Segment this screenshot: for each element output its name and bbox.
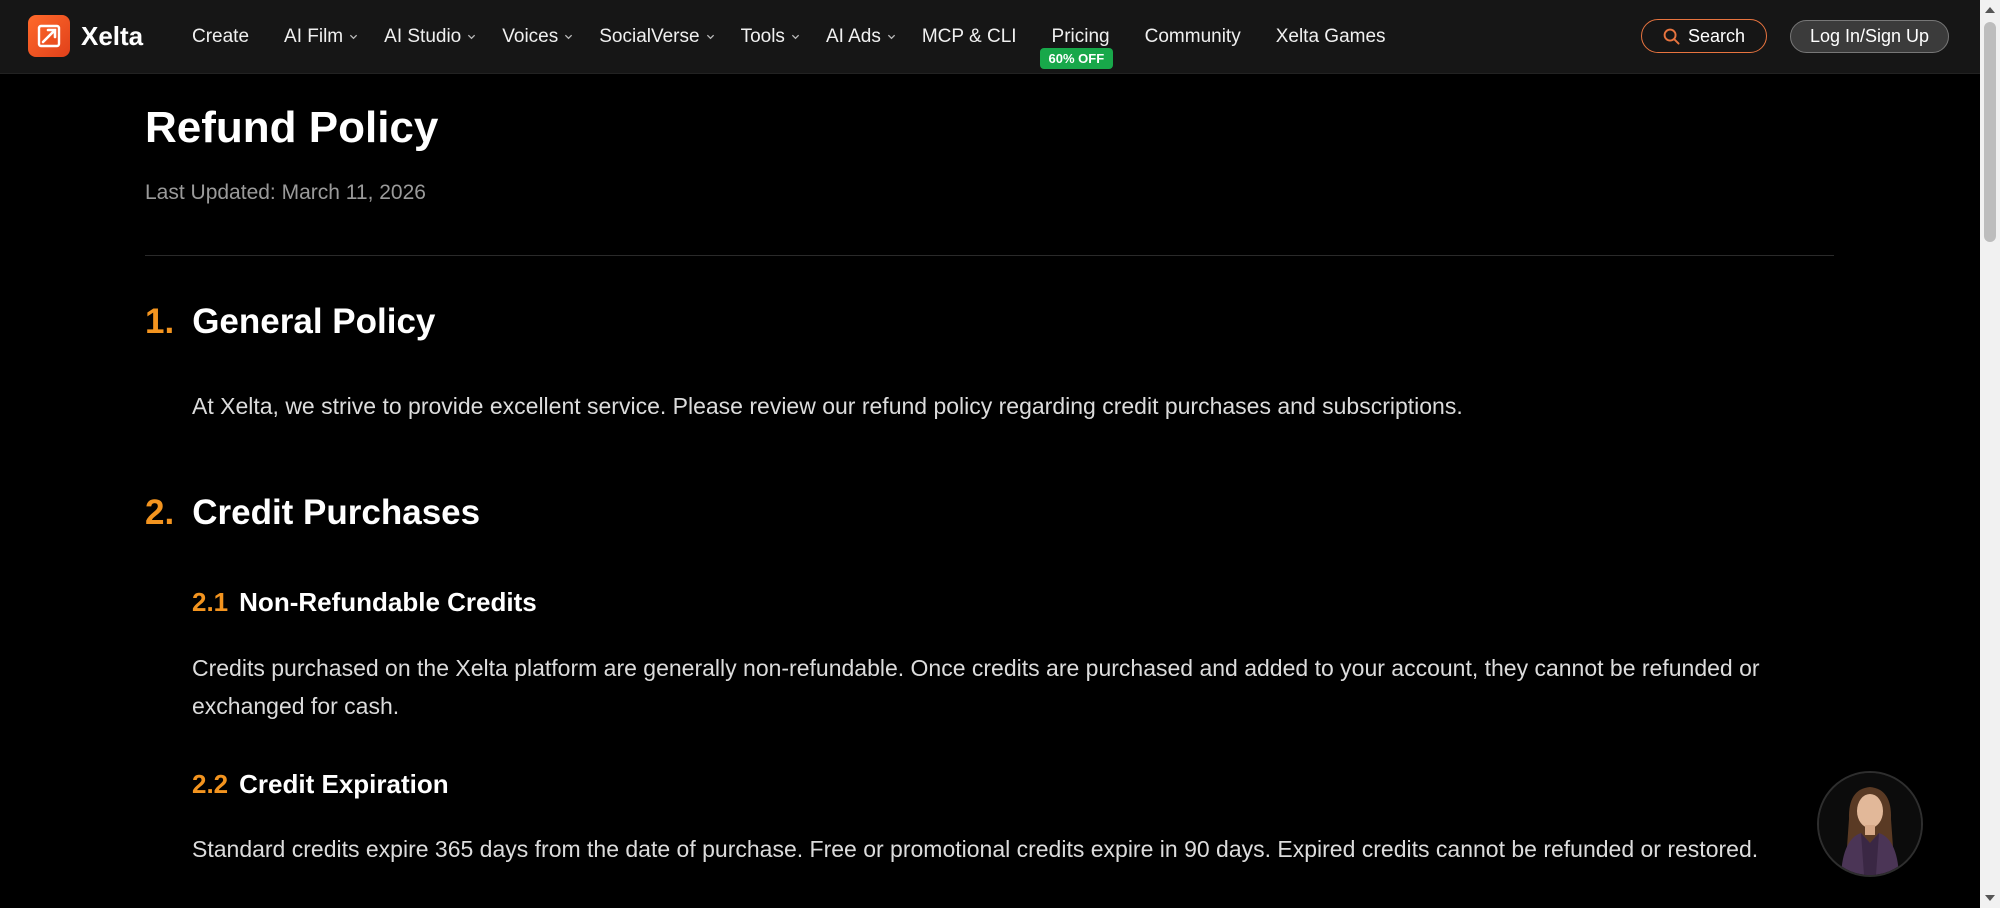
nav-item-label: AI Ads: [825, 25, 881, 47]
page-title: Refund Policy: [145, 103, 439, 152]
nav-item-label: Xelta Games: [1275, 25, 1386, 47]
scrollbar-thumb[interactable]: [1984, 22, 1996, 242]
nav-item-pricing[interactable]: Pricing 60% OFF: [1039, 25, 1114, 69]
nav-item-label: AI Film: [284, 25, 344, 47]
search-label: Search: [1687, 25, 1746, 46]
nav-item-ai-studio[interactable]: AI Studio: [384, 26, 476, 48]
brand-name: Xelta: [81, 20, 144, 51]
nav-item-label: AI Studio: [384, 25, 462, 47]
page-scrollbar[interactable]: [1980, 0, 2000, 908]
subsection-title: Credit Expiration: [239, 769, 449, 799]
last-updated-text: Last Updated: March 11, 2026: [145, 181, 426, 204]
main-nav: Create AI Film AI Studio Voices SocialVe…: [192, 0, 1421, 73]
nav-item-label: Community: [1144, 25, 1241, 47]
subsection-number: 2.1: [192, 587, 229, 617]
subsection-body: Credits purchased on the Xelta platform …: [192, 655, 1760, 719]
subsection-title: Non-Refundable Credits: [239, 587, 537, 617]
section-title: General Policy: [192, 302, 436, 341]
nav-item-xelta-games[interactable]: Xelta Games: [1276, 26, 1386, 48]
subsection-heading: 2.2 Credit Expiration: [192, 769, 449, 800]
scroll-up-arrow-icon[interactable]: [1980, 0, 2000, 20]
nav-item-label: Voices: [502, 25, 559, 47]
section-heading: 1. General Policy: [145, 302, 435, 342]
section-number: 1.: [145, 302, 175, 341]
header-divider: [145, 255, 1834, 256]
subsection-body: Standard credits expire 365 days from th…: [192, 836, 1759, 862]
chevron-down-icon: [791, 34, 800, 40]
login-signup-button[interactable]: Log In/Sign Up: [1790, 20, 1949, 53]
nav-item-label: Tools: [740, 25, 785, 47]
login-signup-label: Log In/Sign Up: [1809, 26, 1930, 46]
nav-item-label: Create: [192, 25, 250, 47]
search-button[interactable]: Search: [1641, 19, 1767, 53]
assistant-portrait: [1819, 773, 1921, 875]
section-heading: 2. Credit Purchases: [145, 493, 480, 533]
nav-item-mcp-cli[interactable]: MCP & CLI: [922, 26, 1017, 48]
section-body: At Xelta, we strive to provide excellent…: [192, 393, 1463, 419]
nav-item-community[interactable]: Community: [1145, 26, 1241, 48]
nav-item-label: SocialVerse: [599, 25, 700, 47]
section-title: Credit Purchases: [192, 493, 481, 532]
nav-item-label: MCP & CLI: [921, 25, 1017, 47]
top-navigation-bar: Xelta Create AI Film AI Studio Voices So…: [0, 0, 1980, 74]
chevron-down-icon: [468, 34, 476, 40]
nav-item-ai-ads[interactable]: AI Ads: [826, 26, 896, 48]
nav-item-tools[interactable]: Tools: [741, 26, 800, 48]
nav-item-socialverse[interactable]: SocialVerse: [599, 26, 714, 48]
nav-item-voices[interactable]: Voices: [502, 26, 573, 48]
chevron-down-icon: [887, 34, 895, 40]
chevron-down-icon: [565, 34, 573, 40]
assistant-avatar[interactable]: [1817, 771, 1923, 877]
nav-item-label: Pricing: [1051, 25, 1110, 47]
chevron-down-icon: [706, 34, 714, 40]
chevron-down-icon: [350, 34, 358, 40]
nav-item-create[interactable]: Create: [192, 26, 249, 48]
search-icon: [1663, 28, 1680, 45]
xelta-logo-icon: [28, 15, 70, 57]
nav-item-ai-film[interactable]: AI Film: [284, 26, 358, 48]
subsection-heading: 2.1 Non-Refundable Credits: [192, 587, 537, 618]
discount-badge: 60% OFF: [1039, 47, 1114, 69]
scroll-down-arrow-icon[interactable]: [1980, 888, 2000, 908]
subsection-number: 2.2: [192, 769, 229, 799]
brand-logo-link[interactable]: Xelta: [28, 15, 143, 57]
section-number: 2.: [145, 493, 175, 532]
